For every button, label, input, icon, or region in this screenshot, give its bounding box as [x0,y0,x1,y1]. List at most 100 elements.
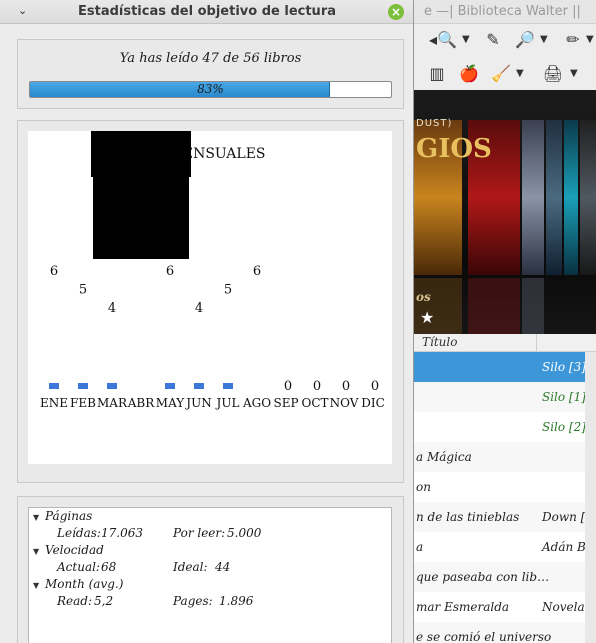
pages-toread-label: Por leer: [173,526,226,540]
expand-caret-icon[interactable]: ▼ [33,547,39,556]
data-label: 5 [224,283,232,298]
expand-caret-icon[interactable]: ▼ [33,581,39,590]
pencil-icon[interactable]: ✏ [560,26,586,52]
progress-summary: Ya has leído 47 de 56 libros [119,51,302,66]
table-row[interactable]: mar Esmeralda Novela s [412,592,596,622]
data-label: 6 [50,264,58,279]
month-read-label: Read: [57,594,93,608]
stats-tree[interactable]: ▼ Páginas Leídas: 17.063 Por leer: 5.000… [28,507,392,643]
add-book-icon[interactable]: 🍎 [456,60,482,86]
data-label: 0 [313,379,321,394]
x-tick-label: AGO [242,396,271,410]
data-label: 6 [166,264,174,279]
table-row[interactable]: Silo [2] [412,412,596,442]
chart-plot: ENE6FEB5MAR4ABR MAY6JUN4JUL5AGO6SEP0OCT0N… [40,264,385,410]
x-tick-label: DIC [361,396,385,410]
chevron-down-icon[interactable]: ▼ [586,34,594,45]
table-row[interactable]: n de las tinieblas Down [3 [412,502,596,532]
tree-header-speed[interactable]: Velocidad [45,543,104,557]
table-row[interactable]: a Adán Ba [412,532,596,562]
chevron-down-icon[interactable]: ▼ [462,34,470,45]
x-tick-label: MAR [97,396,128,410]
table-row[interactable]: que paseaba con lib… [412,562,596,592]
background-window-title: e —| Biblioteca Walter || [412,0,596,24]
data-label: 4 [195,301,203,316]
data-label: 4 [108,301,116,316]
bar [165,383,175,389]
search-icon[interactable]: 🔎 [512,26,538,52]
chevron-down-icon[interactable]: ▼ [570,68,578,79]
table-row[interactable]: a Mágica [412,442,596,472]
pages-read-value: 17.063 [101,526,143,540]
chevron-down-icon[interactable]: ▼ [540,34,548,45]
cover-shelf[interactable]: DUST) GIOS os ★ [412,90,596,334]
bar [107,383,117,389]
clean-icon[interactable]: 🧹 [488,60,514,86]
reading-goal-stats-dialog: ⌄ Estadísticas del objetivo de lectura ×… [0,0,414,643]
progress-percent: 83% [197,82,224,96]
chart-group: S MENSUALES ENE 6 FEB 5 MAR 4 ABR MAY 6 JUN 4 JUL 5 A… [17,120,404,483]
chevron-down-icon[interactable]: ▼ [516,68,524,79]
data-label: 6 [253,264,261,279]
x-tick-label: MAY [156,396,185,410]
row-title: a Mágica [416,450,472,464]
tree-header-month[interactable]: Month (avg.) [45,577,123,591]
background-toolbar: ◂ 🔍 ▼ ✎ 🔎 ▼ ✏ ▼ ▥ 🍎 🧹 ▼ 🖨 ▼ [412,24,596,90]
row-title: a [416,540,424,554]
expand-caret-icon[interactable]: ▼ [33,513,39,522]
table-header[interactable]: Título [412,334,596,352]
table-row[interactable]: Silo [3] [412,352,596,382]
speed-ideal-label: Ideal: [173,560,208,574]
cover-reflection [468,278,520,334]
speed-actual-value: 68 [101,560,117,574]
table-row[interactable]: Silo [1] [412,382,596,412]
x-tick-label: ABR [127,396,155,410]
x-tick-label: JUL [215,396,240,410]
speed-actual-label: Actual: [57,560,100,574]
pages-toread-value: 5.000 [227,526,262,540]
bar [49,383,59,389]
data-label: 0 [371,379,379,394]
data-label: 0 [342,379,350,394]
x-tick-label: OCT [301,396,328,410]
cover-text: DUST) [416,118,453,129]
dialog-titlebar[interactable]: ⌄ Estadísticas del objetivo de lectura × [0,0,413,24]
progress-group: Ya has leído 47 de 56 libros 83% [17,39,404,109]
edit-metadata-icon[interactable]: ✎ [480,26,506,52]
cover-text: GIOS [416,134,492,164]
book-cover[interactable] [522,120,544,275]
book-cover[interactable] [564,120,578,275]
bar [223,383,233,389]
pages-read-label: Leídas: [57,526,101,540]
cover-reflection [522,278,544,334]
row-title: mar Esmeralda [416,600,510,614]
device-icon[interactable]: 🖨 [540,60,566,86]
x-tick-label: FEB [70,396,96,410]
column-title-header[interactable]: Título [422,335,457,349]
star-icon: ★ [420,308,435,327]
background-main-window: e —| Biblioteca Walter || ◂ 🔍 ▼ ✎ 🔎 ▼ ✏ … [412,0,596,643]
speed-ideal-value: 44 [215,560,231,574]
x-tick-label: JUN [184,396,211,410]
row-series: Silo [3] [542,360,586,374]
progress-bar: 83% [29,81,392,98]
month-pages-value: 1.896 [219,594,254,608]
barcode-icon[interactable]: ▥ [424,60,450,86]
data-label: 5 [79,283,87,298]
close-icon[interactable]: × [388,4,404,20]
column-divider [536,334,537,352]
book-cover[interactable] [580,120,596,275]
view-book-icon[interactable]: 🔍 [434,26,460,52]
row-series: Silo [2] [542,420,586,434]
monthly-chart: S MENSUALES ENE 6 FEB 5 MAR 4 ABR MAY 6 JUN 4 JUL 5 A… [28,131,392,464]
month-read-value: 5,2 [94,594,114,608]
tree-header-pages[interactable]: Páginas [45,509,92,523]
table-row[interactable]: e se comió el universo [412,622,596,643]
book-cover[interactable] [546,120,562,275]
scrollbar[interactable] [585,352,596,643]
data-label: 0 [284,379,292,394]
bar [78,383,88,389]
row-title: e se comió el universo [416,630,552,643]
table-row[interactable]: on [412,472,596,502]
dialog-title: Estadísticas del objetivo de lectura [77,4,336,19]
